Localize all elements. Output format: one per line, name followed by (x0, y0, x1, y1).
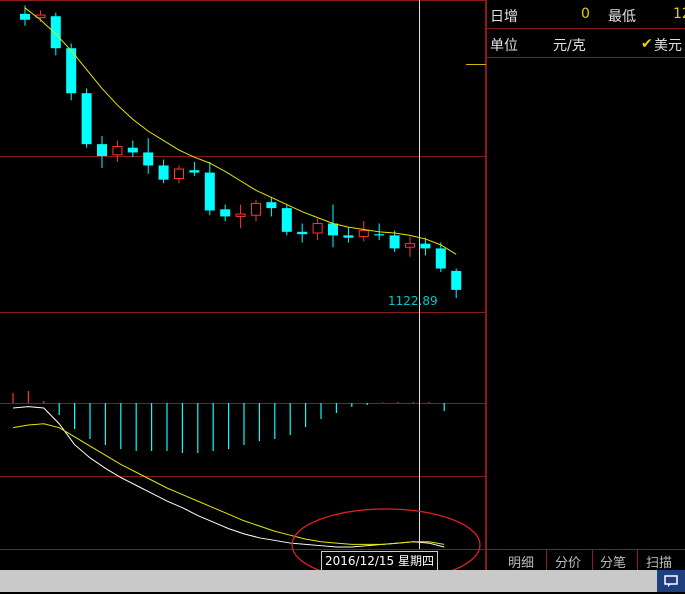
candle-body-down (143, 152, 154, 166)
macd-series (12, 391, 445, 548)
last-price-label: 1122.89 (388, 294, 438, 308)
candle-body-up (405, 243, 415, 248)
daily-rise-value: 0 (581, 6, 590, 22)
tab-divider (546, 550, 547, 570)
candle-body-up (251, 202, 261, 216)
tab-detail[interactable]: 明细 (508, 552, 534, 571)
candle-body-up (235, 213, 246, 217)
daily-rise-label: 日增 (490, 9, 518, 25)
low-value: 12 (673, 6, 685, 22)
candle-body-down (81, 93, 92, 145)
tab-price-distribution[interactable]: 分价 (555, 552, 581, 571)
candle-body-down (451, 270, 462, 290)
candle-body-up (312, 223, 323, 234)
quote-side-panel: 日增 0 最低 12 单位 元/克 ✔ 美元 (486, 0, 685, 570)
candle-body-down (281, 208, 292, 232)
candle-body-down (158, 165, 169, 180)
detail-tabs: 明细 分价 分笔 扫描 (486, 549, 685, 571)
candle-body-down (389, 235, 400, 249)
candle-series (20, 5, 462, 299)
candle-body-down (20, 13, 30, 20)
crosshair-date-label: 2016/12/15 星期四 (321, 551, 438, 571)
candle-body-down (189, 170, 200, 173)
quote-row-rise-low: 日增 0 最低 12 (487, 0, 685, 29)
tab-scan[interactable]: 扫描 (646, 552, 672, 571)
candle-body-down (297, 231, 308, 235)
quote-row-unit: 单位 元/克 ✔ 美元 (487, 29, 685, 58)
candle-body-down (420, 243, 431, 249)
unit-label: 单位 (490, 38, 518, 54)
candle-body-down (374, 234, 385, 236)
candle-body-down (343, 235, 354, 238)
check-icon[interactable]: ✔ (641, 36, 653, 52)
candle-body-up (112, 146, 123, 156)
candle-body-down (266, 202, 277, 209)
kline-chart-area[interactable]: 1122.89 2016/12/15 星期四 (0, 0, 486, 571)
kline-chart[interactable] (0, 0, 486, 570)
candle-body-up (358, 230, 369, 238)
status-bar (0, 570, 685, 592)
candle-body-down (204, 172, 215, 211)
currency-option-label[interactable]: 美元 (654, 35, 682, 55)
chat-icon[interactable] (657, 570, 685, 592)
tab-divider (637, 550, 638, 570)
unit-value: 元/克 (553, 38, 586, 54)
candle-body-up (174, 168, 184, 180)
tab-divider (592, 550, 593, 570)
candle-body-down (328, 223, 338, 236)
candle-body-down (220, 209, 231, 217)
candle-body-down (50, 16, 61, 49)
crosshair-price-tick (466, 64, 486, 65)
candle-body-down (435, 248, 446, 269)
low-label: 最低 (608, 9, 636, 25)
candle-body-down (127, 147, 138, 153)
tab-tick-trades[interactable]: 分笔 (600, 552, 626, 571)
candle-body-down (97, 144, 107, 156)
